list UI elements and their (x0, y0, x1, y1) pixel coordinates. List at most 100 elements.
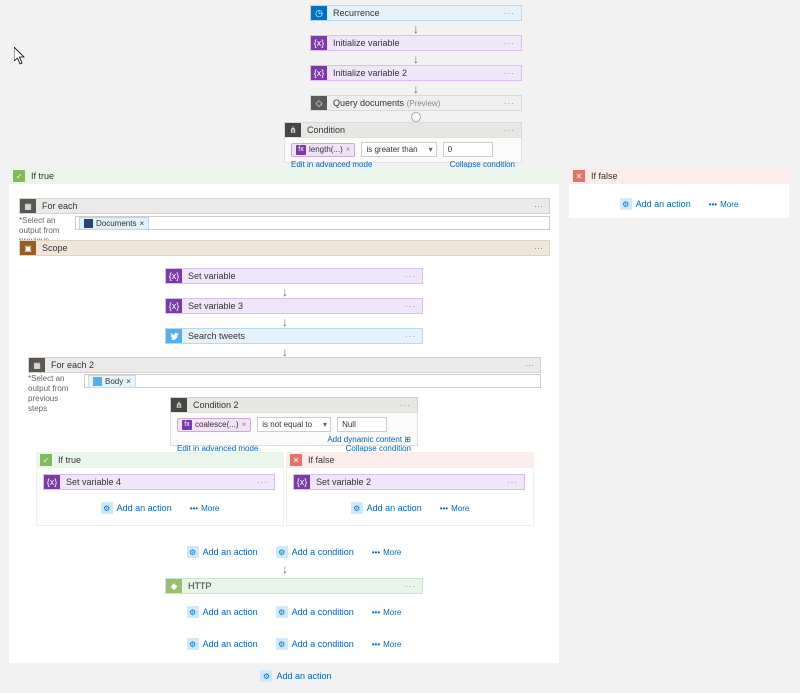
ellipsis-icon[interactable]: ··· (405, 302, 416, 311)
step-for-each[interactable]: ▦ For each ··· (19, 198, 550, 214)
ellipsis-icon[interactable]: ··· (534, 201, 543, 211)
expression-text: coalesce(...) (195, 420, 239, 429)
branch-false-outer: ✕ If false ⚙Add an action •••More (569, 168, 789, 218)
add-condition-link[interactable]: ⚙Add a condition (276, 546, 354, 558)
step-label: Set variable 4 (66, 477, 251, 487)
branch-false-inner: ✕ If false {x} Set variable 2 ··· ⚙Add a… (286, 452, 534, 532)
step-set-variable-2[interactable]: {x} Set variable 2 ··· (293, 474, 525, 490)
clock-icon: ◷ (311, 6, 327, 20)
add-dynamic-content-link[interactable]: Add dynamic content ⊞ (327, 435, 411, 444)
documents-icon (84, 219, 93, 228)
more-link[interactable]: •••More (372, 548, 402, 557)
ellipsis-icon[interactable]: ··· (504, 39, 515, 48)
remove-icon[interactable]: × (126, 377, 131, 386)
step-search-tweets[interactable]: Search tweets ··· (165, 328, 423, 344)
step-label: Search tweets (188, 331, 399, 341)
workflow-icon: ⚙ (351, 502, 363, 514)
variable-icon: {x} (311, 66, 327, 80)
ellipsis-icon[interactable]: ··· (504, 126, 515, 135)
workflow-icon: ⚙ (101, 502, 113, 514)
step-condition[interactable]: ⋔ Condition ··· (284, 122, 522, 138)
step-label: Set variable (188, 271, 399, 281)
add-condition-link[interactable]: ⚙Add a condition (276, 606, 354, 618)
add-action-link[interactable]: ⚙Add an action (620, 198, 691, 210)
ellipsis-icon[interactable]: ··· (405, 272, 416, 281)
arrow-down-icon: ↓ (279, 285, 291, 299)
remove-icon[interactable]: × (139, 219, 144, 228)
twitter-icon (93, 377, 102, 386)
workflow-icon: ⚙ (276, 606, 288, 618)
step-set-variable-4[interactable]: {x} Set variable 4 ··· (43, 474, 275, 490)
ellipsis-icon[interactable]: ··· (534, 243, 543, 253)
value-input[interactable]: 0 (443, 142, 493, 157)
step-scope[interactable]: ▣ Scope ··· (19, 240, 550, 256)
more-link[interactable]: •••More (440, 504, 470, 513)
step-for-each-2[interactable]: ▦ For each 2 ··· (28, 357, 541, 373)
more-link[interactable]: •••More (190, 504, 220, 513)
condition-body: fx length(...) × is greater than 0 Edit … (284, 137, 522, 163)
step-query-documents[interactable]: ◇ Query documents (Preview) ··· (310, 95, 522, 111)
step-set-variable-3[interactable]: {x} Set variable 3 ··· (165, 298, 423, 314)
expression-pill[interactable]: fx length(...) × (291, 143, 355, 157)
more-link[interactable]: •••More (372, 608, 402, 617)
step-label: For each 2 (51, 360, 519, 370)
workflow-icon: ⚙ (187, 606, 199, 618)
variable-icon: {x} (166, 299, 182, 313)
token-documents[interactable]: Documents× (79, 217, 149, 230)
workflow-icon: ⚙ (276, 546, 288, 558)
scope-icon: ▣ (20, 241, 36, 255)
branch-label: If false (308, 455, 335, 465)
token-body[interactable]: Body× (88, 375, 136, 388)
remove-icon[interactable]: × (346, 145, 351, 154)
step-recurrence[interactable]: ◷ Recurrence ··· (310, 5, 522, 21)
step-label: Scope (42, 243, 528, 253)
foreach2-output-input[interactable]: Body× (84, 374, 541, 388)
operator-select[interactable]: is not equal to (257, 417, 331, 432)
ellipsis-icon[interactable]: ··· (257, 478, 268, 487)
ellipsis-icon[interactable]: ··· (504, 99, 515, 108)
arrow-down-icon: ↓ (279, 562, 291, 576)
operator-select[interactable]: is greater than (361, 142, 436, 157)
condition-2-body: fx coalesce(...) × is not equal to Null … (170, 412, 418, 446)
workflow-icon: ⚙ (187, 546, 199, 558)
variable-icon: {x} (44, 475, 60, 489)
ellipsis-icon[interactable]: ··· (507, 478, 518, 487)
variable-icon: {x} (294, 475, 310, 489)
ellipsis-icon[interactable]: ··· (504, 9, 515, 18)
arrow-down-icon: ↓ (410, 22, 422, 36)
remove-icon[interactable]: × (242, 420, 247, 429)
add-action-link[interactable]: ⚙Add an action (187, 606, 258, 618)
add-step-handle[interactable] (411, 112, 421, 122)
action-row: ⚙Add an action ⚙Add a condition •••More (170, 546, 418, 558)
add-action-link[interactable]: ⚙Add an action (260, 670, 331, 682)
workflow-icon: ⚙ (276, 638, 288, 650)
step-condition-2[interactable]: ⋔ Condition 2 ··· (170, 397, 418, 413)
http-icon: ◆ (166, 579, 182, 593)
ellipsis-icon[interactable]: ··· (525, 360, 534, 370)
step-label: Condition 2 (193, 400, 394, 410)
step-init-variable-1[interactable]: {x} Initialize variable ··· (310, 35, 522, 51)
add-action-link[interactable]: ⚙Add an action (101, 502, 172, 514)
add-condition-link[interactable]: ⚙Add a condition (276, 638, 354, 650)
step-set-variable[interactable]: {x} Set variable ··· (165, 268, 423, 284)
step-http[interactable]: ◆ HTTP ··· (165, 578, 423, 594)
foreach-output-input[interactable]: Documents× (75, 216, 550, 230)
add-action-link[interactable]: ⚙Add an action (187, 638, 258, 650)
true-icon: ✓ (13, 170, 25, 182)
fx-icon: fx (296, 145, 306, 155)
expression-pill[interactable]: fx coalesce(...) × (177, 418, 251, 432)
ellipsis-icon[interactable]: ··· (405, 332, 416, 341)
add-action-link[interactable]: ⚙Add an action (351, 502, 422, 514)
step-label: HTTP (188, 581, 399, 591)
ellipsis-icon[interactable]: ··· (504, 69, 515, 78)
more-link[interactable]: •••More (372, 640, 402, 649)
add-action-link[interactable]: ⚙Add an action (187, 546, 258, 558)
ellipsis-icon[interactable]: ··· (405, 582, 416, 591)
ellipsis-icon[interactable]: ··· (400, 401, 411, 410)
false-icon: ✕ (573, 170, 585, 182)
step-init-variable-2[interactable]: {x} Initialize variable 2 ··· (310, 65, 522, 81)
more-link[interactable]: •••More (709, 200, 739, 209)
value-input[interactable]: Null (337, 417, 387, 432)
arrow-down-icon: ↓ (279, 315, 291, 329)
workflow-icon: ⚙ (620, 198, 632, 210)
